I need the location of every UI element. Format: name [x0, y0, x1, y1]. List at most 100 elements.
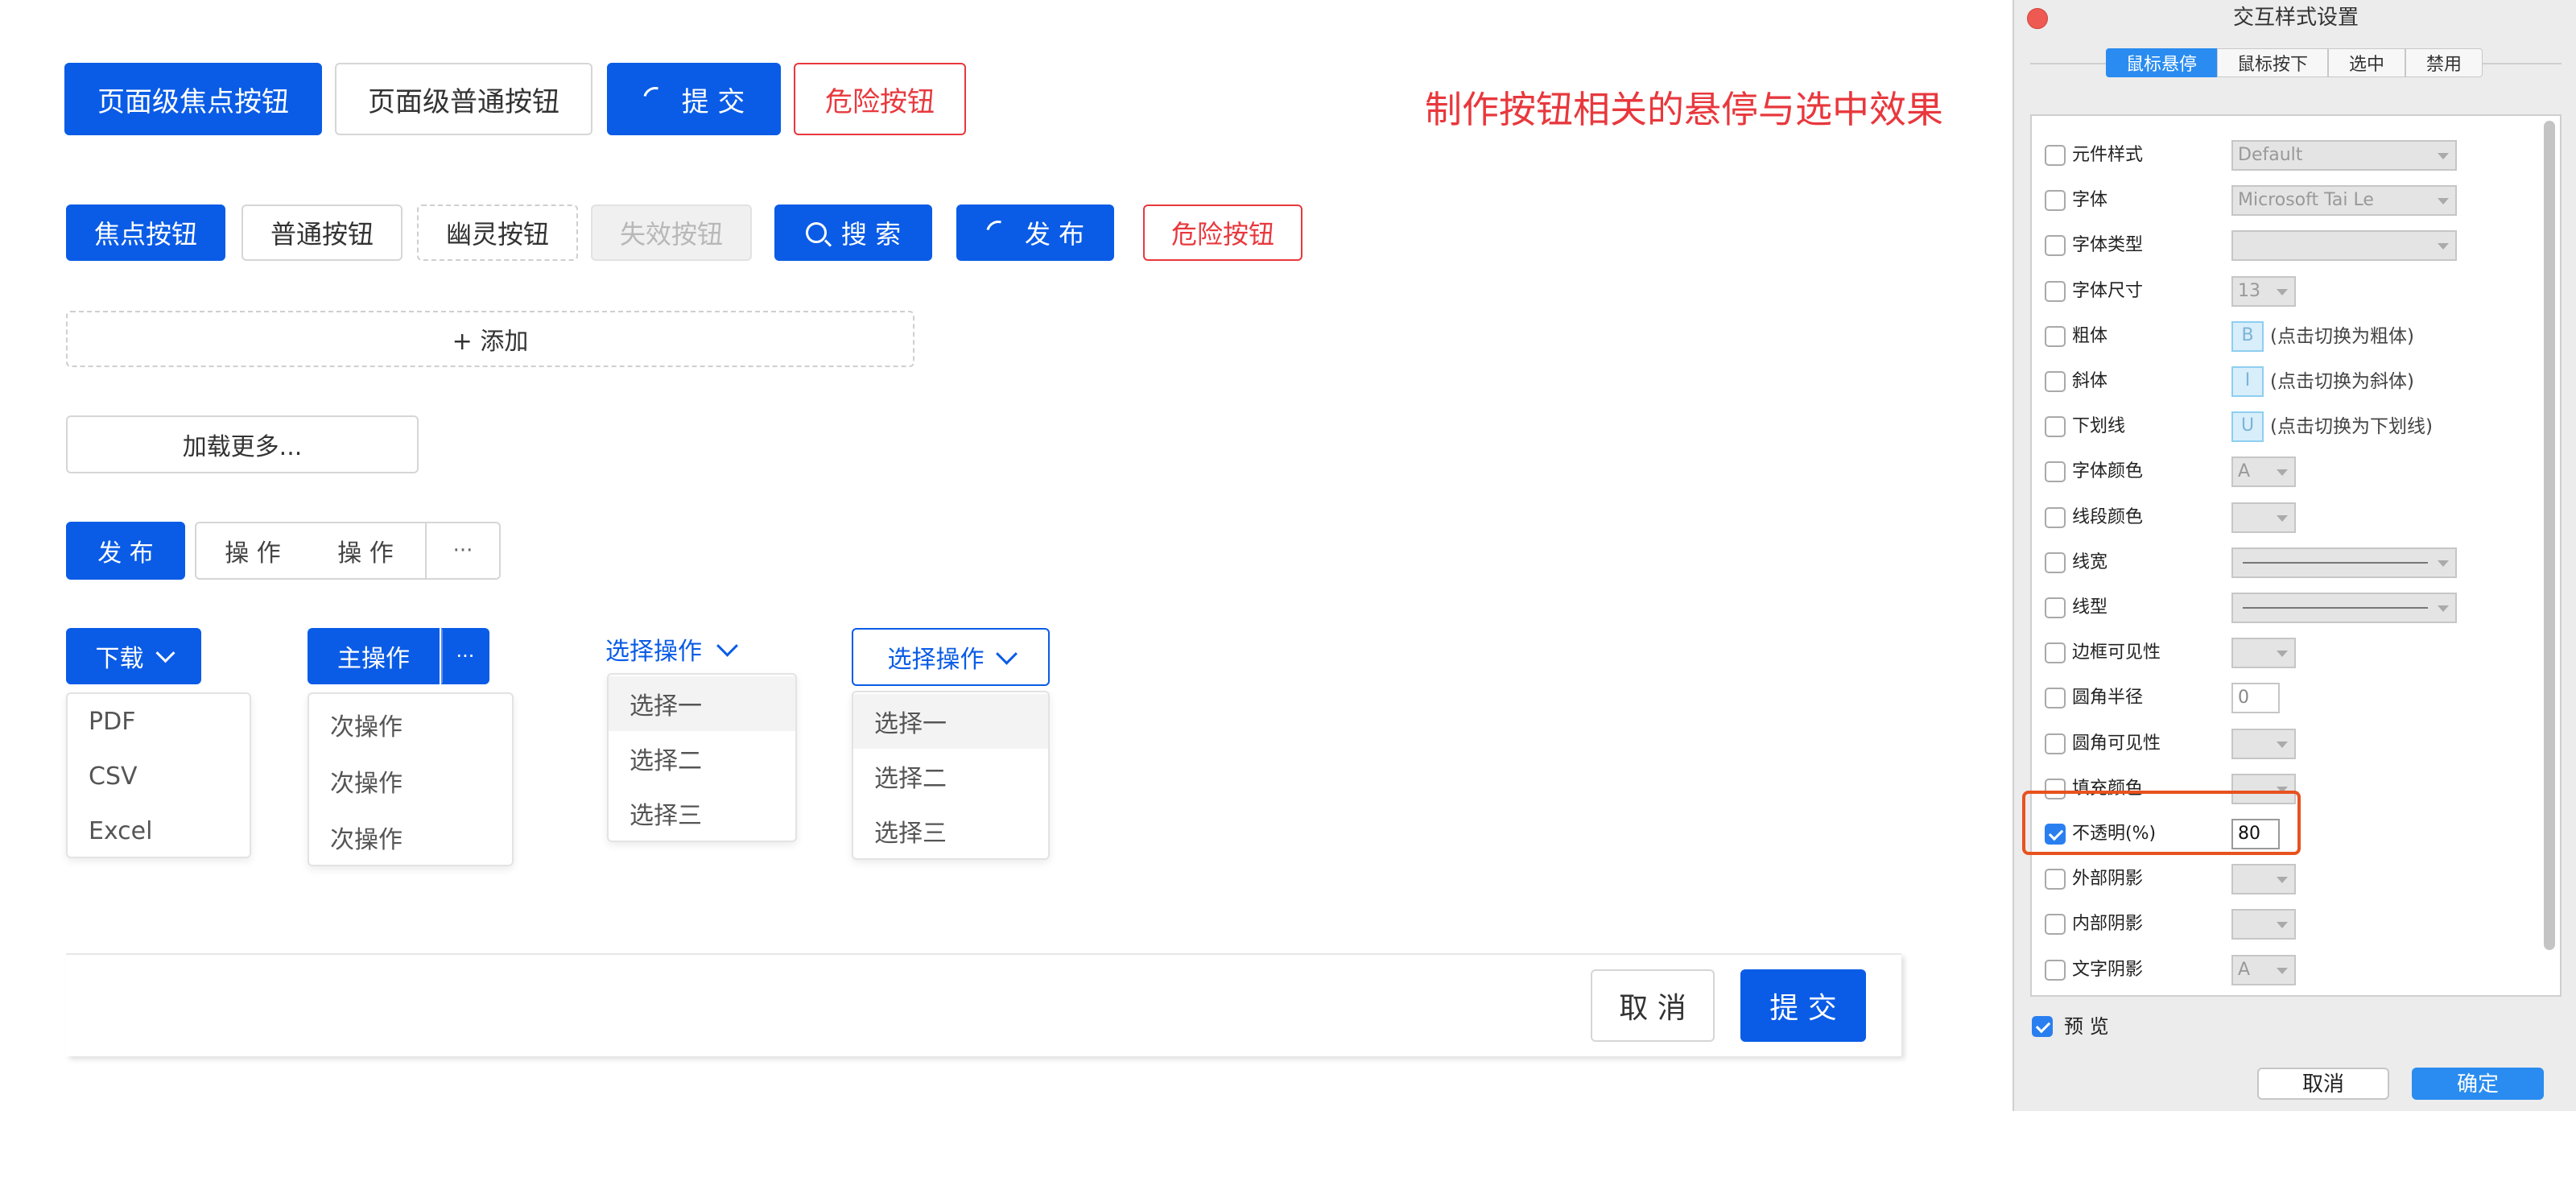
menu-item[interactable]: 次操作 — [309, 810, 512, 865]
ghost-button[interactable]: 幽灵按钮 — [417, 204, 578, 261]
row-checkbox[interactable] — [2045, 733, 2066, 754]
menu-item[interactable]: 选择一 — [853, 694, 1048, 749]
menu-item[interactable]: Excel — [68, 803, 250, 858]
row-checkbox[interactable] — [2045, 281, 2066, 302]
style-toggle[interactable]: B — [2231, 321, 2264, 352]
submit-button[interactable]: 提 交 — [1740, 969, 1866, 1042]
row-label: 线段颜色 — [2072, 507, 2144, 527]
row-checkbox[interactable] — [2045, 597, 2066, 618]
text-select-trigger[interactable]: 选择操作 — [605, 626, 738, 671]
row-select[interactable] — [2231, 729, 2296, 759]
row-select[interactable] — [2231, 909, 2296, 940]
menu-item[interactable]: 选择三 — [853, 803, 1048, 858]
group-op-button[interactable]: 操 作 — [309, 523, 422, 578]
row-label: 粗体 — [2072, 326, 2108, 346]
menu-item[interactable]: CSV — [68, 749, 250, 803]
download-label: 下载 — [95, 645, 144, 673]
preview-checkbox[interactable] — [2032, 1016, 2053, 1037]
outline-select-menu: 选择一 选择二 选择三 — [852, 691, 1050, 860]
page-focus-button[interactable]: 页面级焦点按钮 — [64, 63, 322, 135]
row-checkbox[interactable] — [2045, 416, 2066, 437]
row-checkbox[interactable] — [2045, 326, 2066, 347]
menu-item[interactable]: 次操作 — [309, 697, 512, 752]
row-select[interactable] — [2231, 864, 2296, 894]
row-select[interactable]: A — [2231, 456, 2296, 487]
panel-cancel-button[interactable]: 取消 — [2257, 1068, 2389, 1100]
row-checkbox[interactable] — [2045, 642, 2066, 663]
style-toggle[interactable]: I — [2231, 366, 2264, 397]
group-op-button[interactable]: 操 作 — [196, 523, 309, 578]
row-checkbox[interactable] — [2045, 371, 2066, 392]
submit-loading-button[interactable]: 提 交 — [607, 63, 781, 135]
chevron-down-icon — [2277, 742, 2288, 748]
scrollbar[interactable] — [2544, 121, 2555, 950]
row-select[interactable]: 13 — [2231, 276, 2296, 307]
row-checkbox[interactable] — [2045, 688, 2066, 708]
cancel-button[interactable]: 取 消 — [1591, 969, 1715, 1042]
main-action-button[interactable]: 主操作 — [308, 628, 440, 684]
split-more-button[interactable]: ··· — [441, 628, 489, 684]
tab-selected[interactable]: 选中 — [2328, 48, 2405, 77]
focus-button[interactable]: 焦点按钮 — [66, 204, 225, 261]
panel-ok-button[interactable]: 确定 — [2412, 1068, 2544, 1100]
group-publish-button[interactable]: 发 布 — [66, 522, 185, 580]
highlight-box — [2022, 791, 2301, 855]
row-checkbox[interactable] — [2045, 914, 2066, 935]
row-note: (点击切换为斜体) — [2270, 371, 2414, 392]
row-label: 边框可见性 — [2072, 642, 2161, 663]
row-checkbox[interactable] — [2045, 235, 2066, 256]
normal-button[interactable]: 普通按钮 — [242, 204, 402, 261]
chevron-down-icon — [2277, 289, 2288, 295]
tab-disabled[interactable]: 禁用 — [2405, 48, 2483, 77]
line-select[interactable] — [2231, 593, 2457, 623]
group-more-button[interactable]: ··· — [427, 523, 499, 578]
row-checkbox[interactable] — [2045, 507, 2066, 528]
row-label: 字体尺寸 — [2072, 281, 2144, 301]
danger-button[interactable]: 危险按钮 — [1143, 204, 1302, 261]
chevron-down-icon — [2277, 922, 2288, 928]
row-select[interactable] — [2231, 502, 2296, 533]
button-group: 操 作 操 作 ··· — [195, 522, 501, 580]
disabled-button: 失效按钮 — [591, 204, 752, 261]
row-checkbox[interactable] — [2045, 145, 2066, 166]
line-sample — [2243, 607, 2428, 609]
row-checkbox[interactable] — [2045, 552, 2066, 573]
chevron-down-icon — [2438, 605, 2449, 612]
row-select[interactable]: Microsoft Tai Le — [2231, 185, 2457, 216]
annotation-text: 制作按钮相关的悬停与选中效果 — [1425, 88, 1943, 131]
loading-icon — [638, 82, 672, 116]
load-more-button[interactable]: 加载更多... — [66, 415, 419, 473]
page-normal-button[interactable]: 页面级普通按钮 — [335, 63, 592, 135]
line-select[interactable] — [2231, 547, 2457, 578]
submit-label: 提 交 — [681, 85, 745, 118]
download-button[interactable]: 下载 — [66, 628, 201, 684]
menu-item[interactable]: 次操作 — [309, 754, 512, 808]
tab-hover[interactable]: 鼠标悬停 — [2106, 48, 2217, 77]
chevron-down-icon — [2438, 560, 2449, 567]
row-select[interactable]: Default — [2231, 140, 2457, 171]
menu-item[interactable]: 选择二 — [609, 731, 795, 786]
menu-item[interactable]: PDF — [68, 694, 250, 749]
row-input[interactable]: 0 — [2231, 683, 2280, 713]
row-checkbox[interactable] — [2045, 461, 2066, 482]
row-select[interactable]: A — [2231, 955, 2296, 985]
add-button[interactable]: + 添加 — [66, 311, 914, 367]
chevron-down-icon — [2277, 877, 2288, 883]
row-label: 圆角可见性 — [2072, 733, 2161, 754]
menu-item[interactable]: 选择二 — [853, 749, 1048, 803]
publish-loading-button[interactable]: 发 布 — [956, 204, 1114, 261]
loading-icon — [981, 216, 1015, 250]
row-select[interactable] — [2231, 230, 2457, 261]
row-label: 下划线 — [2072, 416, 2126, 436]
page-danger-button[interactable]: 危险按钮 — [794, 63, 966, 135]
row-checkbox[interactable] — [2045, 960, 2066, 981]
menu-item[interactable]: 选择一 — [609, 676, 795, 731]
menu-item[interactable]: 选择三 — [609, 786, 795, 841]
row-checkbox[interactable] — [2045, 190, 2066, 211]
row-checkbox[interactable] — [2045, 869, 2066, 890]
style-toggle[interactable]: U — [2231, 411, 2264, 442]
tab-pressed[interactable]: 鼠标按下 — [2217, 48, 2328, 77]
row-select[interactable] — [2231, 638, 2296, 668]
search-button[interactable]: 搜 索 — [774, 204, 932, 261]
outline-select-trigger[interactable]: 选择操作 — [852, 628, 1050, 686]
